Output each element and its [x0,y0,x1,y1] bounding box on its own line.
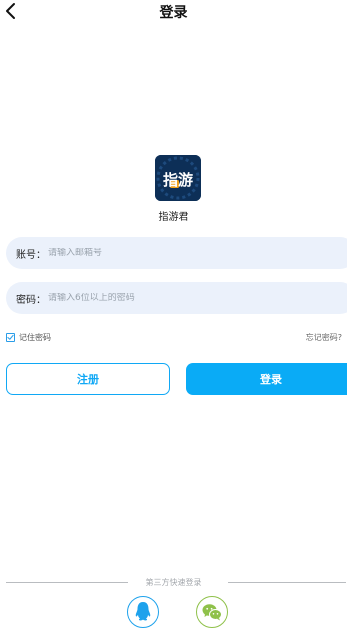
logo-text: 指游 [163,171,193,189]
app-logo: 指游 [155,155,201,201]
password-input[interactable] [48,293,347,303]
account-field: 账号： [6,237,347,269]
login-button[interactable]: 登录 [186,363,347,395]
check-icon [7,334,14,340]
password-field: 密码： [6,282,347,314]
qq-icon [135,602,151,621]
remember-label: 记住密码 [19,333,51,342]
forgot-password-link[interactable]: 忘记密码? [306,332,342,343]
wechat-login-button[interactable] [196,596,228,628]
wechat-icon [202,604,222,621]
password-label: 密码： [16,294,46,306]
register-button[interactable]: 注册 [6,363,170,395]
qq-login-button[interactable] [127,596,159,628]
header-bar: 登录 [0,0,347,24]
divider-right [228,582,346,583]
account-label: 账号： [16,249,46,261]
account-input[interactable] [48,248,347,258]
remember-checkbox[interactable] [6,333,15,342]
remember-password-toggle[interactable]: 记住密码 [6,332,51,343]
app-name: 指游君 [158,212,189,223]
page-title: 登录 [159,5,188,21]
